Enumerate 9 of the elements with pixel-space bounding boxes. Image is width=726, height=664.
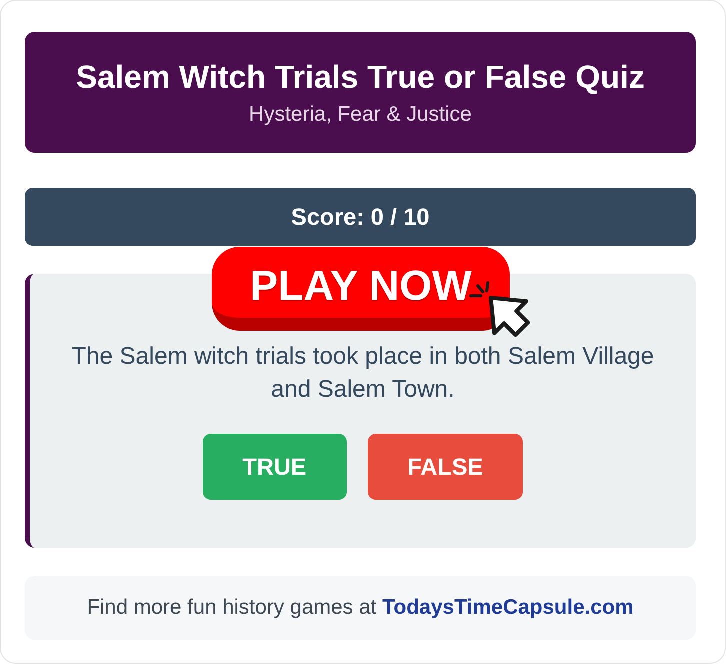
true-button[interactable]: TRUE (202, 434, 347, 500)
false-button[interactable]: FALSE (368, 434, 524, 500)
quiz-title: Salem Witch Trials True or False Quiz (75, 58, 646, 96)
website-link[interactable]: TodaysTimeCapsule.com (382, 596, 634, 619)
play-now-button[interactable]: PLAY NOW (212, 247, 510, 331)
question-text: The Salem witch trials took place in both Salem Village and Salem Town. (70, 342, 656, 405)
score-bar: Score: 0 / 10 (25, 188, 696, 246)
quiz-subtitle: Hysteria, Fear & Justice (248, 102, 473, 128)
footer-text: Find more fun history games at TodaysTimeCapsule.com (86, 595, 635, 621)
